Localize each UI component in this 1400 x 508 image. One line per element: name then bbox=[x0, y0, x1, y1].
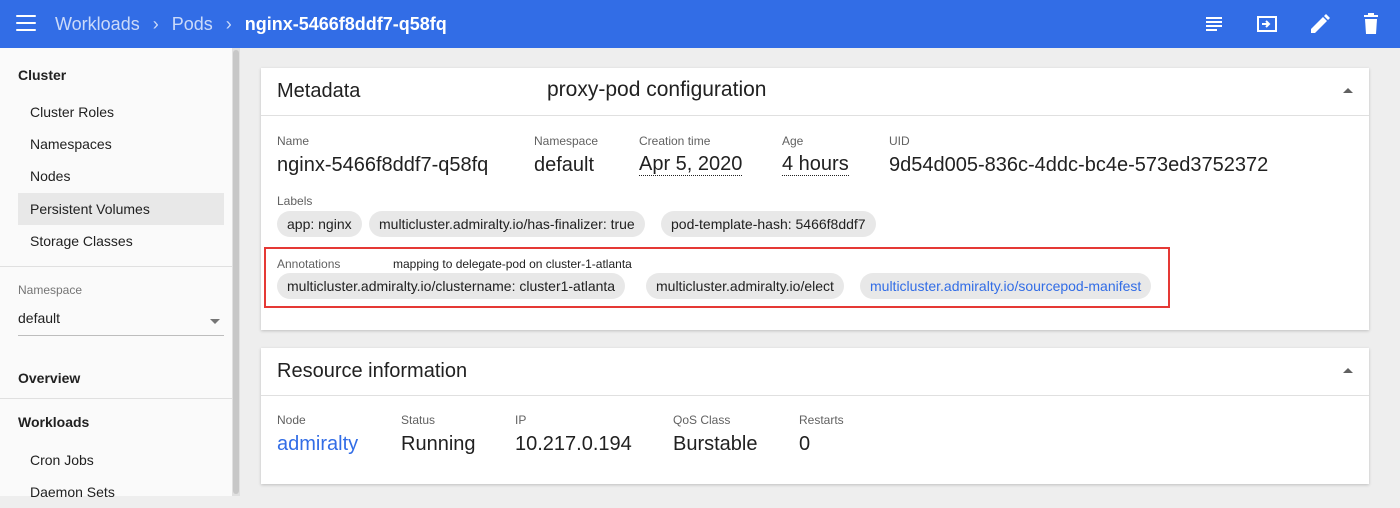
field-label: IP bbox=[515, 413, 527, 427]
field-value: 9d54d005-836c-4ddc-bc4e-573ed3752372 bbox=[889, 154, 1269, 176]
sidebar-item-daemon-sets[interactable]: Daemon Sets bbox=[18, 476, 224, 508]
field-label: Restarts bbox=[799, 413, 844, 427]
resource-title: Resource information bbox=[277, 360, 468, 382]
metadata-card-header: Metadata bbox=[261, 68, 1369, 116]
collapse-icon[interactable] bbox=[1343, 368, 1353, 373]
field-creation-time: Creation time Apr 5, 2020 bbox=[639, 134, 743, 176]
field-node: Node admiralty bbox=[277, 413, 358, 456]
breadcrumb-pods[interactable]: Pods bbox=[172, 14, 213, 35]
edit-icon[interactable] bbox=[1308, 12, 1332, 36]
field-qos: QoS Class Burstable bbox=[673, 413, 758, 456]
namespace-select[interactable]: default bbox=[18, 310, 224, 336]
field-label: UID bbox=[889, 134, 910, 148]
highlight-note: mapping to delegate-pod on cluster-1-atl… bbox=[393, 257, 632, 271]
field-namespace: Namespace default bbox=[534, 134, 598, 177]
sidebar-item-overview[interactable]: Overview bbox=[18, 370, 80, 386]
exec-icon[interactable] bbox=[1255, 12, 1279, 36]
field-value: 0 bbox=[799, 433, 811, 455]
field-value: nginx-5466f8ddf7-q58fq bbox=[277, 154, 489, 176]
field-label: Status bbox=[401, 413, 436, 427]
field-value: Burstable bbox=[673, 433, 758, 455]
resource-info-card: Resource information Node admiralty Stat… bbox=[261, 348, 1369, 484]
divider bbox=[0, 266, 232, 267]
field-value: 10.217.0.194 bbox=[515, 433, 632, 455]
field-value: default bbox=[534, 154, 595, 176]
chevron-right-icon: › bbox=[152, 13, 159, 34]
field-value[interactable]: Apr 5, 2020 bbox=[639, 154, 743, 176]
field-ip: IP 10.217.0.194 bbox=[515, 413, 632, 456]
metadata-title: Metadata bbox=[277, 80, 361, 102]
top-app-bar: Workloads › Pods › nginx-5466f8ddf7-q58f… bbox=[0, 0, 1400, 48]
resource-card-header: Resource information bbox=[261, 348, 1369, 396]
field-status: Status Running bbox=[401, 413, 476, 456]
chevron-right-icon: › bbox=[225, 13, 232, 34]
field-label: Name bbox=[277, 134, 310, 148]
breadcrumb-current-pod: nginx-5466f8ddf7-q58fq bbox=[244, 13, 447, 34]
sidebar-item-namespaces[interactable]: Namespaces bbox=[18, 128, 224, 160]
namespace-label: Namespace bbox=[18, 283, 83, 297]
label-chip: multicluster.admiralty.io/has-finalizer:… bbox=[369, 211, 645, 237]
menu-icon[interactable] bbox=[16, 15, 36, 33]
field-label: QoS Class bbox=[673, 413, 731, 427]
namespace-select-value: default bbox=[18, 310, 61, 326]
sidebar-scrollbar-thumb[interactable] bbox=[233, 50, 239, 494]
node-link[interactable]: admiralty bbox=[277, 433, 358, 456]
field-value: Running bbox=[401, 433, 476, 455]
delete-icon[interactable] bbox=[1359, 12, 1383, 36]
overlay-caption: proxy-pod configuration bbox=[547, 78, 767, 101]
field-label: Labels bbox=[277, 194, 313, 208]
sidebar-item-nodes[interactable]: Nodes bbox=[18, 160, 224, 192]
divider bbox=[0, 398, 232, 399]
field-label: Creation time bbox=[639, 134, 711, 148]
sidebar-item-persistent-volumes[interactable]: Persistent Volumes bbox=[18, 193, 224, 225]
sidebar-nav: Cluster Cluster Roles Namespaces Nodes P… bbox=[0, 48, 232, 500]
sidebar-item-storage-classes[interactable]: Storage Classes bbox=[18, 225, 224, 257]
label-chip: pod-template-hash: 5466f8ddf7 bbox=[661, 211, 876, 237]
field-name: Name nginx-5466f8ddf7-q58fq bbox=[277, 134, 488, 177]
sidebar-item-cron-jobs[interactable]: Cron Jobs bbox=[18, 444, 224, 476]
breadcrumb-workloads[interactable]: Workloads bbox=[55, 14, 140, 35]
field-label: Namespace bbox=[534, 134, 599, 148]
labels-label: Labels bbox=[277, 194, 312, 208]
collapse-icon[interactable] bbox=[1343, 88, 1353, 93]
sidebar-heading-workloads[interactable]: Workloads bbox=[18, 414, 89, 430]
field-uid: UID 9d54d005-836c-4ddc-bc4e-573ed3752372 bbox=[889, 134, 1268, 177]
sidebar-heading-cluster[interactable]: Cluster bbox=[18, 67, 66, 83]
field-label: Age bbox=[782, 134, 804, 148]
field-label: Node bbox=[277, 413, 306, 427]
logs-icon[interactable] bbox=[1203, 12, 1227, 36]
field-restarts: Restarts 0 bbox=[799, 413, 844, 456]
label-chip: app: nginx bbox=[277, 211, 362, 237]
sidebar-item-cluster-roles[interactable]: Cluster Roles bbox=[18, 96, 224, 128]
breadcrumb: Workloads › Pods › nginx-5466f8ddf7-q58f… bbox=[55, 0, 447, 48]
field-age: Age 4 hours bbox=[782, 134, 849, 176]
field-value[interactable]: 4 hours bbox=[782, 154, 849, 176]
chevron-down-icon bbox=[210, 319, 220, 324]
